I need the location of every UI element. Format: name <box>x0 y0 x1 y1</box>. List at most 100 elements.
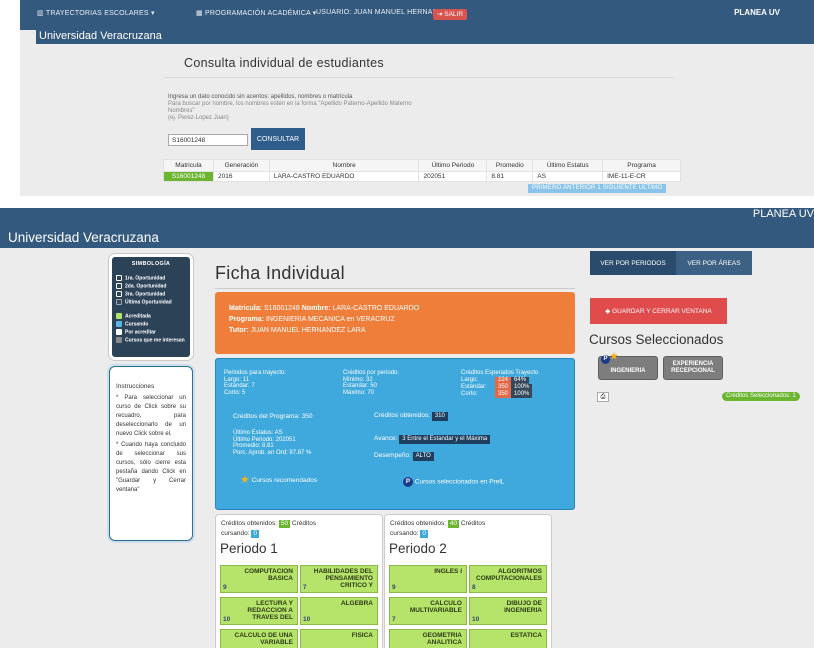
course-tile[interactable]: COMPUTACION BASICA 9 <box>220 565 298 593</box>
legend-swatch <box>116 321 122 327</box>
course-name: GEOMETRIA ANALITICA <box>422 632 462 646</box>
cursos-recomendados: ★ Cursos recomendados <box>240 474 318 486</box>
column-header[interactable]: Último Periodo <box>418 159 488 172</box>
table-cell: 8.81 <box>486 171 534 182</box>
course-name: DIBUJO DE INGENIERIA <box>504 600 542 614</box>
legend-swatch <box>116 313 122 319</box>
course-tile[interactable]: FISICA9 <box>300 629 378 648</box>
column-header[interactable]: Programa <box>602 159 681 172</box>
periodo-creditos: Créditos obtenidos: 40 Créditos cursando… <box>390 520 486 538</box>
search-input[interactable] <box>168 134 248 146</box>
pagination[interactable]: PRIMERO ANTERIOR 1 SIGUIENTE ÚLTIMO <box>528 184 667 193</box>
table-cell: LARA-CASTRO EDUARDO <box>268 171 420 182</box>
ver-por-periodos-button[interactable]: VER POR PERIODOS <box>590 251 676 275</box>
legend-swatch <box>116 275 122 281</box>
course-tile[interactable]: CALCULO MULTIVARIABLE 7 <box>389 597 467 625</box>
legend-title: SIMBOLOGÍA <box>131 261 171 267</box>
p-badge-icon: P <box>601 355 610 364</box>
legend-label: Última Oportunidad <box>125 299 172 306</box>
legend-label: Por acreditar <box>125 329 156 336</box>
course-tile[interactable]: CALCULO DE UNA VARIABLE10 <box>220 629 298 648</box>
table-row[interactable]: S16001248 2016 LARA-CASTRO EDUARDO 20205… <box>163 171 681 182</box>
legend-label: Cursos que me interesan <box>125 337 185 344</box>
print-icon[interactable]: ⎙ <box>597 392 609 402</box>
course-tile[interactable]: GEOMETRIA ANALITICA8 <box>389 629 467 648</box>
course-name: COMPUTACION BASICA <box>244 568 293 582</box>
cursos-seleccionados-prel: P Cursos seleccionados en PrelL <box>403 477 504 487</box>
instructions-panel: Instrucciones * Para seleccionar un curs… <box>109 366 193 541</box>
course-credits: 8 <box>472 584 476 591</box>
page-title: Consulta individual de estudiantes <box>184 56 384 70</box>
student-info-box: Matricula: S16001248 Nombre: LARA-CASTRO… <box>215 292 575 354</box>
course-name: CALCULO DE UNA VARIABLE <box>234 632 294 646</box>
course-credits: 10 <box>472 616 480 623</box>
selected-course-tile[interactable]: EXPERIENCIA RECEPCIONAL <box>663 356 723 380</box>
periodo-creditos: Créditos obtenidos: 50 Créditos cursando… <box>221 520 317 538</box>
legend-item: Acreditada <box>116 313 151 320</box>
brand[interactable]: PLANEA UV <box>753 208 814 220</box>
column-header[interactable]: Matricula <box>163 159 214 172</box>
legend-item: Cursando <box>116 321 148 328</box>
tutor-line: Tutor: JUAN MANUEL HERNANDEZ LARA <box>229 327 366 334</box>
course-name: LECTURA Y REDACCION A TRAVES DEL <box>247 600 293 621</box>
consultar-button[interactable]: CONSULTAR <box>251 128 305 150</box>
column-header[interactable]: Generación <box>212 159 270 172</box>
brand[interactable]: PLANEA UV <box>734 8 780 17</box>
column-header[interactable]: Nombre <box>268 159 420 172</box>
legend-swatch <box>116 299 122 305</box>
periodo-title: Periodo 2 <box>389 541 447 556</box>
course-tile[interactable]: INGLES I 9 <box>389 565 467 593</box>
legend-item: 1ra. Oportunidad <box>116 275 165 282</box>
cursos-seleccionados-title: Cursos Seleccionados <box>589 332 724 347</box>
avance: Avance: 3 Entre el Estandar y el Máxima <box>374 435 491 444</box>
legend-item: Cursos que me interesan <box>116 337 185 344</box>
course-name: ALGORITMOS COMPUTACIONALES <box>476 568 542 582</box>
table-cell: 202051 <box>418 171 488 182</box>
instructions-text: * Para seleccionar un curso de Click sob… <box>116 395 186 437</box>
instructions-title: Instrucciones <box>116 383 155 390</box>
course-tile[interactable]: ESTATICA6 <box>469 629 547 648</box>
nav-programacion[interactable]: ▦ PROGRAMACIÓN ACADÉMICA ▾ <box>196 9 316 17</box>
course-tile[interactable]: ALGORITMOS COMPUTACIONALES 8 <box>469 565 547 593</box>
top-navbar: ▥ TRAYECTORIAS ESCOLARES ▾ ▦ PROGRAMACIÓ… <box>20 0 814 30</box>
summary-box: Periodos para trayecto: Largo: 11 Estand… <box>215 358 575 510</box>
legend-label: 1ra. Oportunidad <box>125 275 166 282</box>
legend-item: 2da. Oportunidad <box>116 283 166 290</box>
legend-label: 2da. Oportunidad <box>125 283 167 290</box>
guardar-cerrar-button[interactable]: ◆ GUARDAR Y CERRAR VENTANA <box>590 298 727 324</box>
course-tile[interactable]: ALGEBRA 10 <box>300 597 378 625</box>
help-text: Ingresa un dato conocido sin acentos: ap… <box>168 94 412 121</box>
table-cell: 2016 <box>212 171 270 182</box>
column-header[interactable]: Último Estatus <box>532 159 604 172</box>
course-tile[interactable]: DIBUJO DE INGENIERIA 10 <box>469 597 547 625</box>
divider <box>164 77 674 78</box>
course-name: HABILIDADES DEL PENSAMIENTO CRITICO Y <box>313 568 373 589</box>
legend-label: Cursando <box>125 321 149 328</box>
matricula-cell[interactable]: S16001248 <box>163 171 214 182</box>
estatus-block: Último Estatus: AS Último Periodo: 20205… <box>233 430 312 456</box>
table-cell: AS <box>532 171 604 182</box>
legend-swatch <box>116 291 122 297</box>
p-badge-icon: P <box>403 477 413 487</box>
selected-course-tile[interactable]: P ★ INGENIERIA <box>598 352 658 380</box>
course-credits: 7 <box>392 616 396 623</box>
course-credits: 9 <box>223 584 227 591</box>
legend-panel: SIMBOLOGÍA 1ra. Oportunidad 2da. Oportuni… <box>109 254 193 360</box>
calendar-icon: ▦ <box>196 10 205 17</box>
nav-usuario: USUARIO: JUAN MANUEL HERNANDEZ <box>316 9 453 16</box>
legend-swatch <box>116 329 122 335</box>
course-tile[interactable]: HABILIDADES DEL PENSAMIENTO CRITICO Y 7 <box>300 565 378 593</box>
course-credits: 7 <box>303 584 307 591</box>
column-header[interactable]: Promedio <box>486 159 534 172</box>
creditos-seleccionados-badge: Créditos Seleccionados: 1 <box>722 392 800 401</box>
composite-screenshot: ▥ TRAYECTORIAS ESCOLARES ▾ ▦ PROGRAMACIÓ… <box>0 0 814 648</box>
table-cell: IME-11-E-CR <box>602 171 681 182</box>
programa-line: Programa: INGENIERIA MECANICA en VERACRU… <box>229 316 395 323</box>
course-tile[interactable]: LECTURA Y REDACCION A TRAVES DEL 10 <box>220 597 298 625</box>
salir-button[interactable]: ⇥ SALIR <box>433 9 468 20</box>
ver-por-areas-button[interactable]: VER POR ÁREAS <box>676 251 752 275</box>
legend-item: 3ra. Oportunidad <box>116 291 165 298</box>
periodo-title: Periodo 1 <box>220 541 278 556</box>
creditos-programa: Créditos del Programa: 350 <box>233 413 313 420</box>
nav-trayectorias[interactable]: ▥ TRAYECTORIAS ESCOLARES ▾ <box>37 9 155 17</box>
